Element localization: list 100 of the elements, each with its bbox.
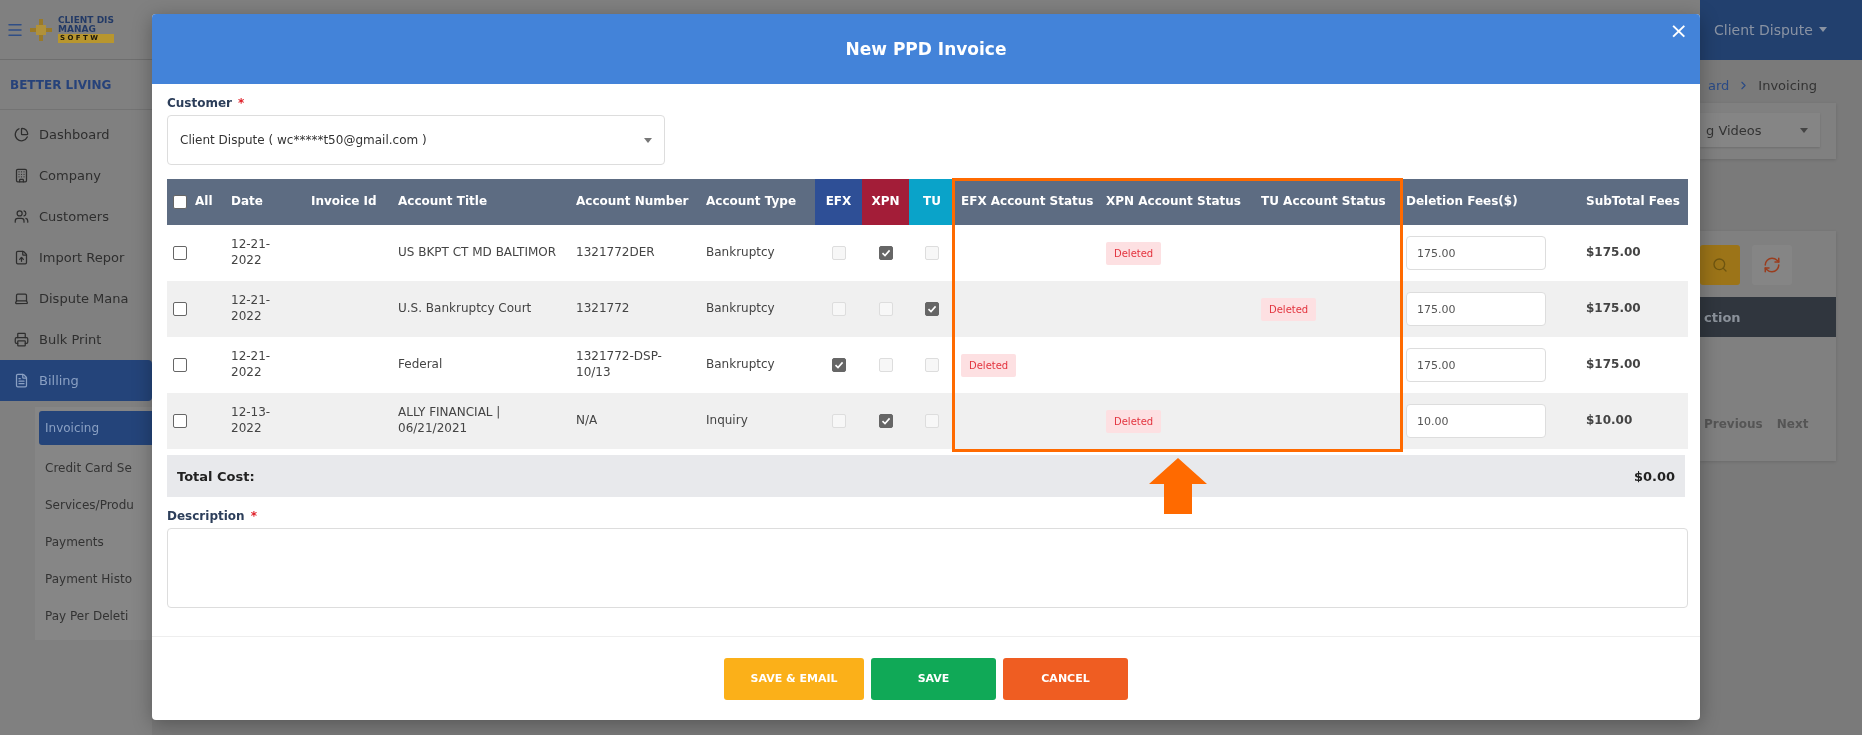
column-header: Deletion Fees($) xyxy=(1405,193,1519,211)
submenu-item[interactable]: Invoicing xyxy=(39,411,152,445)
column-header: TU Account Status xyxy=(1260,193,1387,211)
pie-chart-icon xyxy=(14,127,29,142)
action-button[interactable]: CANCEL xyxy=(1003,657,1128,700)
table-cell-text: $175.00 xyxy=(1585,244,1642,262)
bureau-checkbox[interactable] xyxy=(925,302,939,316)
row-checkbox[interactable] xyxy=(173,414,187,428)
column-header: Account Number xyxy=(575,193,690,211)
check-icon xyxy=(880,416,891,426)
submenu-item[interactable]: Pay Per Deleti xyxy=(39,597,152,634)
row-checkbox[interactable] xyxy=(173,358,187,372)
logo-icon xyxy=(30,18,52,41)
column-header: SubTotal Fees xyxy=(1585,193,1681,211)
customer-select[interactable]: Client Dispute ( wc*****t50@gmail.com ) xyxy=(167,115,665,165)
select-all-checkbox[interactable] xyxy=(173,195,187,209)
table-cell-text: Bankruptcy xyxy=(705,300,776,318)
logo-text: MANAG xyxy=(58,25,97,34)
column-label: All xyxy=(195,195,213,209)
users-icon xyxy=(14,209,29,224)
column-header: XPN Account Status xyxy=(1105,193,1242,211)
submenu-item[interactable]: Payment Histo xyxy=(39,560,152,597)
table-cell-text: Bankruptcy xyxy=(705,244,776,262)
close-button[interactable]: × xyxy=(1665,18,1692,44)
submenu-item[interactable]: Payments xyxy=(39,523,152,560)
action-button[interactable]: SAVE xyxy=(871,657,996,700)
required-mark: * xyxy=(250,509,257,523)
action-button[interactable]: SAVE & EMAIL xyxy=(724,657,864,700)
table-cell-text: ALLY FINANCIAL | 06/21/2021 xyxy=(397,404,502,437)
sidebar-item[interactable]: Billing xyxy=(0,360,152,401)
building-icon xyxy=(14,168,29,183)
check-icon xyxy=(880,248,891,258)
column-header: Invoice Id xyxy=(310,193,378,211)
table-cell-text: 12-21-2022 xyxy=(230,348,272,381)
description-field[interactable] xyxy=(167,528,1688,608)
logo-text: CLIENT DIS xyxy=(58,16,114,25)
user-name[interactable]: Client Dispute xyxy=(1714,21,1813,38)
file-upload-icon xyxy=(14,250,29,265)
sidebar-item[interactable]: Dispute Mana xyxy=(0,278,152,319)
column-header: Date xyxy=(230,193,264,211)
sidebar-item[interactable]: Customers xyxy=(0,196,152,237)
column-header: ction xyxy=(1704,309,1741,325)
status-badge: Deleted xyxy=(1106,409,1162,433)
field-label: Description xyxy=(167,509,245,523)
column-header: EFX Account Status xyxy=(960,193,1095,211)
row-checkbox[interactable] xyxy=(173,246,187,260)
column-header: XPN xyxy=(862,179,909,225)
breadcrumb-current: Invoicing xyxy=(1758,78,1817,93)
table-cell-text: $175.00 xyxy=(1585,300,1642,318)
up-arrow-icon xyxy=(1149,458,1207,514)
status-badge: Deleted xyxy=(1261,297,1317,321)
submenu-item[interactable]: Services/Produ xyxy=(39,486,152,523)
table-cell-text: Bankruptcy xyxy=(705,356,776,374)
submenu-item[interactable]: Credit Card Se xyxy=(39,449,152,486)
sidebar-item[interactable]: Company xyxy=(0,155,152,196)
required-mark: * xyxy=(238,96,245,110)
dialog-title: New PPD Invoice xyxy=(845,39,1007,59)
breadcrumb-link[interactable]: ard xyxy=(1708,78,1730,93)
total-amount: $0.00 xyxy=(1633,468,1675,484)
table-cell-text: 1321772DER xyxy=(575,244,656,262)
table-cell-text: $10.00 xyxy=(1585,412,1634,430)
sidebar-item[interactable]: Import Repor xyxy=(0,237,152,278)
column-header: EFX xyxy=(815,179,862,225)
printer-icon xyxy=(14,332,29,347)
table-cell-text: 12-21-2022 xyxy=(230,236,272,269)
caret-icon xyxy=(1818,27,1827,32)
table-cell-text: $175.00 xyxy=(1585,356,1642,374)
fee-field[interactable]: 175.00 xyxy=(1406,236,1546,270)
column-header: Account Title xyxy=(397,193,489,211)
total-label: Total Cost: xyxy=(177,468,255,484)
table-cell-text: 12-21-2022 xyxy=(230,292,272,325)
videos-dropdown[interactable]: g Videos xyxy=(1700,113,1820,147)
table-cell-text: N/A xyxy=(575,412,599,430)
status-badge: Deleted xyxy=(961,353,1017,377)
column-header: Account Type xyxy=(705,193,798,211)
column-header: TU xyxy=(909,179,955,225)
sidebar-item[interactable]: Bulk Print xyxy=(0,319,152,360)
search-icon xyxy=(1712,257,1728,273)
table-cell-text: U.S. Bankruptcy Court xyxy=(397,300,533,318)
table-cell-text: US BKPT CT MD BALTIMOR xyxy=(397,244,558,262)
laptop-icon xyxy=(14,291,29,306)
fee-field[interactable]: 175.00 xyxy=(1406,292,1546,326)
table-cell-text: 12-13-2022 xyxy=(230,404,272,437)
status-badge: Deleted xyxy=(1106,241,1162,265)
field-label: Customer xyxy=(167,96,233,110)
bureau-checkbox[interactable] xyxy=(831,358,846,372)
table-cell-text: 1321772-DSP-10/13 xyxy=(575,348,663,381)
bureau-checkbox[interactable] xyxy=(878,246,893,260)
table-cell-text: Federal xyxy=(397,356,444,374)
search-button[interactable] xyxy=(1700,245,1740,285)
fee-field[interactable]: 10.00 xyxy=(1406,404,1546,438)
document-icon xyxy=(14,373,29,388)
row-checkbox[interactable] xyxy=(173,302,187,316)
refresh-button[interactable] xyxy=(1752,245,1792,285)
fee-field[interactable]: 175.00 xyxy=(1406,348,1546,382)
table-cell-text: 1321772 xyxy=(575,300,631,318)
bureau-checkbox[interactable] xyxy=(878,414,893,428)
table-cell-text: Inquiry xyxy=(705,412,749,430)
check-icon xyxy=(927,304,937,314)
sidebar-item[interactable]: Dashboard xyxy=(0,114,152,155)
